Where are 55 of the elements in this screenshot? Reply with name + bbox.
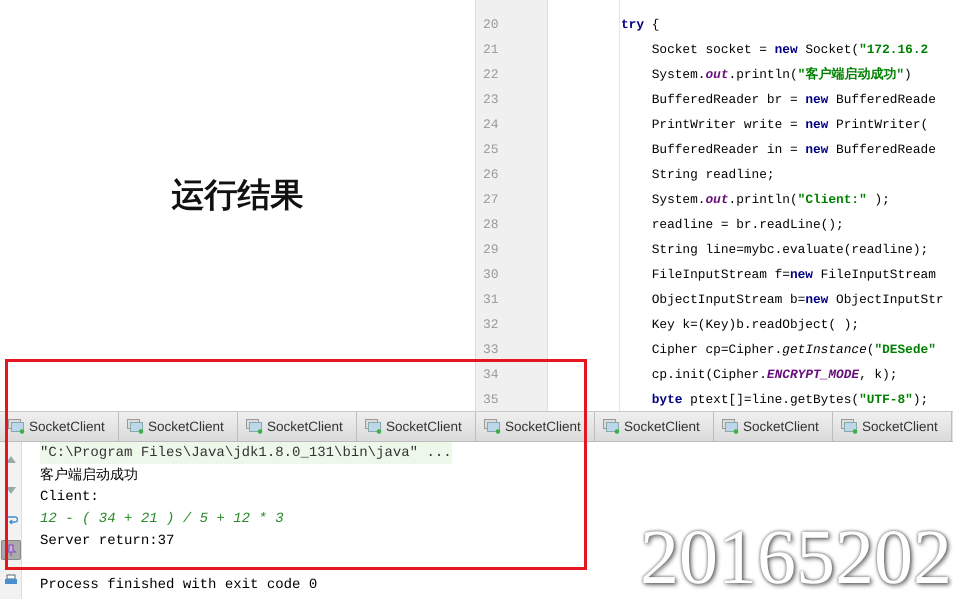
run-tab[interactable]: SocketClient xyxy=(833,412,952,441)
code-line: System.out.println("客户端启动成功") xyxy=(650,66,912,84)
code-line: ObjectInputStream b=new ObjectInputStr xyxy=(650,291,944,309)
line-number: 26 xyxy=(482,166,500,184)
line-number: 23 xyxy=(482,91,500,109)
heading: 运行结果 xyxy=(172,174,304,216)
window-icon xyxy=(127,419,144,434)
code-line: readline = br.readLine(); xyxy=(650,216,844,234)
window-icon xyxy=(603,419,620,434)
line-number: 27 xyxy=(482,191,500,209)
line-number: 29 xyxy=(482,241,500,259)
line-number: 22 xyxy=(482,66,500,84)
run-tab[interactable]: SocketClient xyxy=(714,412,833,441)
code-line: Cipher cp=Cipher.getInstance("DESede" xyxy=(650,341,936,359)
line-number: 30 xyxy=(482,266,500,284)
line-number: 28 xyxy=(482,216,500,234)
code-line: String line=mybc.evaluate(readline); xyxy=(650,241,928,259)
line-number: 32 xyxy=(482,316,500,334)
line-number: 35 xyxy=(482,391,500,409)
run-tab[interactable]: SocketClient xyxy=(357,412,476,441)
console-output: Client: xyxy=(40,488,99,507)
code-line: BufferedReader in = new BufferedReade xyxy=(650,141,936,159)
run-tab[interactable]: SocketClient xyxy=(476,412,595,441)
console-output: Process finished with exit code 0 xyxy=(40,576,318,595)
code-line: try { xyxy=(621,16,660,34)
window-icon xyxy=(246,419,263,434)
console-output: 客户端启动成功 xyxy=(40,466,138,485)
line-number: 21 xyxy=(482,41,500,59)
code-line: BufferedReader br = new BufferedReade xyxy=(650,91,936,109)
line-number: 31 xyxy=(482,291,500,309)
code-line: Key k=(Key)b.readObject( ); xyxy=(650,316,860,334)
line-number: 34 xyxy=(482,366,500,384)
code-line: FileInputStream f=new FileInputStream xyxy=(650,266,936,284)
code-line: Socket socket = new Socket("172.16.2 xyxy=(650,41,928,59)
overlay-number: 20165202 xyxy=(640,518,952,596)
run-tab[interactable]: SocketClient xyxy=(119,412,238,441)
window-icon xyxy=(841,419,858,434)
code-line: PrintWriter write = new PrintWriter( xyxy=(650,116,928,134)
code-line: String readline; xyxy=(650,166,775,184)
window-icon xyxy=(722,419,739,434)
line-number: 33 xyxy=(482,341,500,359)
input-text: 12 - ( 34 + 21 ) / 5 + 12 * 3 xyxy=(40,510,284,529)
line-number: 20 xyxy=(482,16,500,34)
console-output: Server return:37 xyxy=(40,532,174,551)
run-tab[interactable]: SocketClient xyxy=(595,412,714,441)
window-icon xyxy=(8,419,25,434)
code-line: byte ptext[]=line.getBytes("UTF-8"); xyxy=(650,391,928,409)
code-line: cp.init(Cipher.ENCRYPT_MODE, k); xyxy=(650,366,898,384)
line-number: 24 xyxy=(482,116,500,134)
run-tab[interactable]: SocketClient xyxy=(0,412,119,441)
window-icon xyxy=(484,419,501,434)
code-line: System.out.println("Client:" ); xyxy=(650,191,890,209)
window-icon xyxy=(365,419,382,434)
run-tab[interactable]: SocketClient xyxy=(238,412,357,441)
line-number: 25 xyxy=(482,141,500,159)
